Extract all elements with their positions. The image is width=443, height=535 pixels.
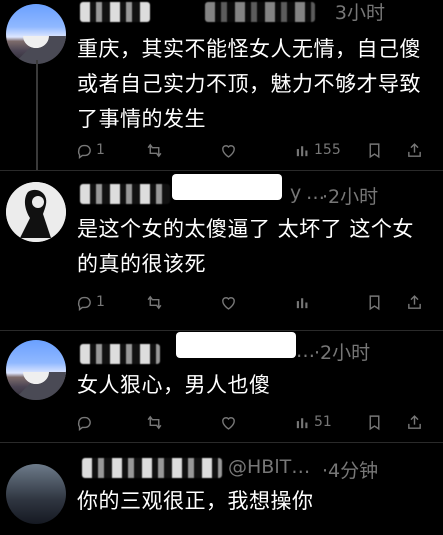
post-content: 是这个女的太傻逼了 太坏了 这个女的真的很该死 bbox=[77, 217, 414, 276]
post-handle: … bbox=[296, 340, 315, 362]
reply-count: 1 bbox=[96, 142, 105, 158]
retweet-button[interactable] bbox=[146, 290, 163, 314]
blurred-handle bbox=[205, 2, 315, 22]
post[interactable]: 3小时 重庆，其实不能怪女人无情，自己傻或者自己实力不顶，魅力不够才导致了事情的… bbox=[0, 0, 443, 170]
post-time: ·2小时 bbox=[322, 186, 379, 208]
reply-button[interactable] bbox=[76, 410, 93, 434]
bookmark-button[interactable] bbox=[366, 290, 383, 314]
views-icon bbox=[296, 145, 308, 156]
view-count: 51 bbox=[314, 414, 332, 430]
like-button[interactable] bbox=[220, 138, 237, 162]
post[interactable]: @HBlT… ·4分钟 你的三观很正，我想操你 bbox=[0, 442, 443, 535]
bookmark-button[interactable] bbox=[366, 138, 383, 162]
share-icon bbox=[408, 414, 421, 429]
share-icon bbox=[408, 294, 421, 309]
avatar[interactable] bbox=[6, 464, 66, 524]
views-button[interactable]: 155 bbox=[294, 138, 341, 162]
thread-connector bbox=[36, 60, 38, 170]
reply-icon bbox=[77, 144, 91, 159]
view-count: 155 bbox=[314, 142, 341, 158]
like-icon bbox=[222, 416, 235, 430]
post-actions: 1 bbox=[76, 290, 421, 314]
blurred-username bbox=[80, 184, 170, 204]
views-icon bbox=[296, 297, 308, 308]
post-time: ·4分钟 bbox=[322, 460, 379, 482]
bookmark-icon bbox=[369, 414, 380, 430]
avatar-drawing-image bbox=[6, 182, 66, 242]
blurred-username bbox=[82, 458, 222, 478]
post[interactable]: … ·2小时 女人狠心，男人也傻 51 bbox=[0, 330, 443, 442]
share-icon bbox=[408, 142, 421, 157]
avatar[interactable] bbox=[6, 182, 66, 242]
reply-count: 1 bbox=[96, 294, 105, 310]
bookmark-icon bbox=[369, 294, 380, 310]
post[interactable]: y … ·2小时 是这个女的太傻逼了 太坏了 这个女的真的很该死 1 bbox=[0, 170, 443, 330]
post-handle: @HBlT… bbox=[228, 456, 311, 478]
post-time: 3小时 bbox=[334, 2, 385, 24]
retweet-icon bbox=[147, 415, 162, 429]
censor-scribble bbox=[172, 174, 282, 200]
like-button[interactable] bbox=[220, 410, 237, 434]
like-button[interactable] bbox=[220, 290, 237, 314]
views-button[interactable]: 51 bbox=[294, 410, 332, 434]
share-button[interactable] bbox=[406, 138, 423, 162]
post-actions: 51 bbox=[76, 410, 421, 434]
views-icon bbox=[296, 417, 308, 428]
retweet-icon bbox=[147, 295, 162, 309]
reply-button[interactable]: 1 bbox=[76, 290, 105, 314]
like-icon bbox=[222, 144, 235, 158]
blurred-username bbox=[80, 344, 160, 364]
like-icon bbox=[222, 296, 235, 310]
avatar[interactable] bbox=[6, 4, 66, 64]
reply-icon bbox=[77, 416, 91, 431]
views-button[interactable] bbox=[294, 290, 311, 314]
post-content: 重庆，其实不能怪女人无情，自己傻或者自己实力不顶，魅力不够才导致了事情的发生 bbox=[77, 37, 421, 131]
retweet-button[interactable] bbox=[146, 138, 163, 162]
share-button[interactable] bbox=[406, 410, 423, 434]
blurred-username bbox=[80, 2, 150, 22]
post-handle: y bbox=[290, 182, 302, 204]
avatar[interactable] bbox=[6, 340, 66, 400]
post-content: 你的三观很正，我想操你 bbox=[77, 489, 314, 513]
share-button[interactable] bbox=[406, 290, 423, 314]
bookmark-icon bbox=[369, 142, 380, 158]
retweet-icon bbox=[147, 143, 162, 157]
bookmark-button[interactable] bbox=[366, 410, 383, 434]
retweet-button[interactable] bbox=[146, 410, 163, 434]
post-time: ·2小时 bbox=[314, 342, 371, 364]
post-content: 女人狠心，男人也傻 bbox=[77, 373, 271, 397]
reply-icon bbox=[77, 296, 91, 311]
censor-scribble bbox=[176, 332, 296, 358]
post-actions: 1 155 bbox=[76, 138, 421, 162]
reply-button[interactable]: 1 bbox=[76, 138, 105, 162]
